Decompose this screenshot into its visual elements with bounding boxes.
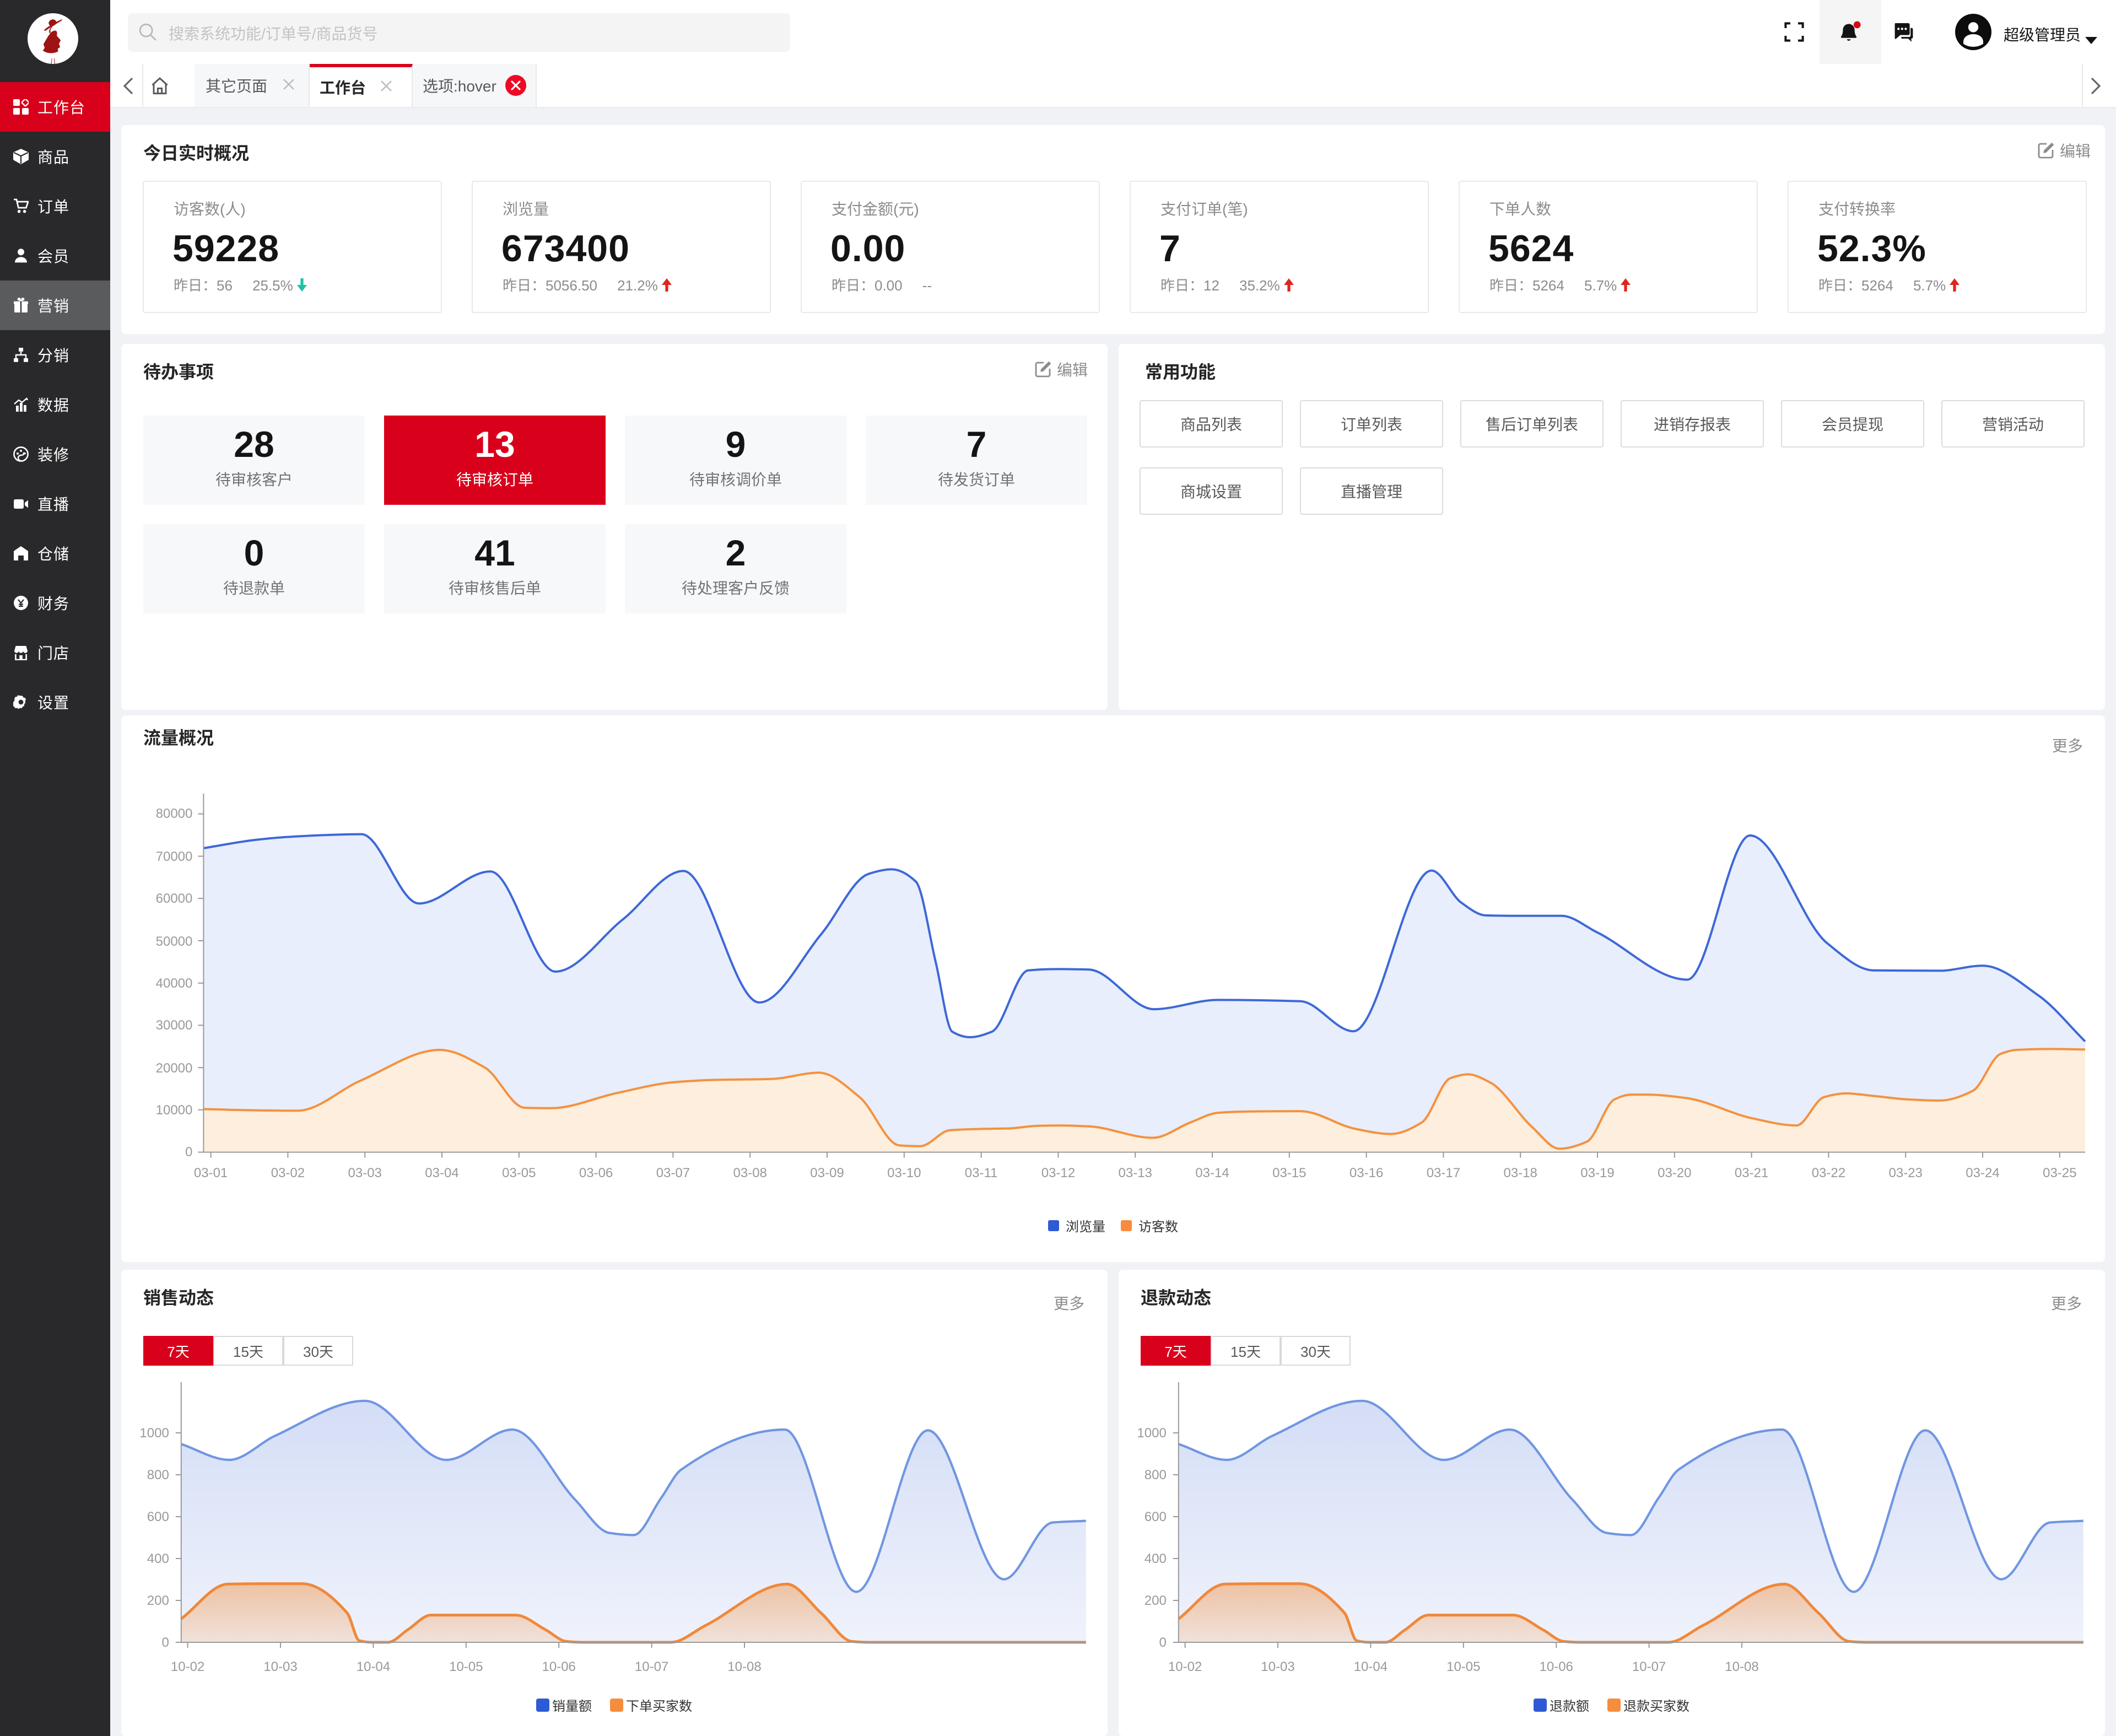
svg-text:浏览量: 浏览量 — [1066, 1220, 1105, 1234]
svg-text:60000: 60000 — [156, 891, 193, 906]
svg-text:1000: 1000 — [139, 1426, 169, 1441]
svg-text:80000: 80000 — [156, 806, 193, 821]
svg-text:03-08: 03-08 — [733, 1166, 767, 1180]
svg-text:10-05: 10-05 — [449, 1659, 483, 1674]
svg-text:70000: 70000 — [156, 849, 193, 864]
svg-text:03-20: 03-20 — [1658, 1166, 1691, 1180]
svg-text:10-08: 10-08 — [1725, 1659, 1758, 1674]
svg-text:03-23: 03-23 — [1889, 1166, 1923, 1180]
svg-text:200: 200 — [1145, 1593, 1167, 1608]
svg-text:800: 800 — [1145, 1468, 1167, 1482]
svg-text:800: 800 — [147, 1468, 169, 1482]
svg-text:30000: 30000 — [156, 1018, 193, 1033]
svg-text:访客数: 访客数 — [1138, 1220, 1178, 1234]
svg-text:03-07: 03-07 — [656, 1166, 690, 1180]
svg-text:10-04: 10-04 — [357, 1659, 390, 1674]
svg-text:10-04: 10-04 — [1354, 1659, 1388, 1674]
svg-text:40000: 40000 — [156, 976, 193, 991]
svg-text:03-21: 03-21 — [1735, 1166, 1768, 1180]
svg-text:下单买家数: 下单买家数 — [626, 1699, 692, 1714]
svg-text:03-12: 03-12 — [1041, 1166, 1075, 1180]
svg-text:03-06: 03-06 — [579, 1166, 613, 1180]
svg-text:03-18: 03-18 — [1504, 1166, 1537, 1180]
svg-text:10000: 10000 — [156, 1103, 193, 1118]
svg-text:0: 0 — [185, 1145, 192, 1160]
svg-text:10-03: 10-03 — [263, 1659, 297, 1674]
svg-text:03-02: 03-02 — [271, 1166, 305, 1180]
svg-text:10-07: 10-07 — [635, 1659, 668, 1674]
svg-text:03-19: 03-19 — [1580, 1166, 1614, 1180]
svg-text:10-08: 10-08 — [727, 1659, 761, 1674]
svg-text:03-15: 03-15 — [1272, 1166, 1306, 1180]
svg-text:03-04: 03-04 — [425, 1166, 458, 1180]
svg-text:600: 600 — [147, 1509, 169, 1524]
svg-text:10-03: 10-03 — [1261, 1659, 1294, 1674]
svg-text:0: 0 — [1159, 1635, 1166, 1650]
svg-text:03-25: 03-25 — [2043, 1166, 2076, 1180]
svg-text:20000: 20000 — [156, 1061, 193, 1076]
svg-text:10-02: 10-02 — [1168, 1659, 1202, 1674]
svg-text:400: 400 — [147, 1551, 169, 1566]
svg-text:销量额: 销量额 — [552, 1699, 592, 1714]
svg-text:400: 400 — [1145, 1551, 1167, 1566]
svg-text:10-06: 10-06 — [542, 1659, 576, 1674]
svg-text:03-03: 03-03 — [348, 1166, 382, 1180]
svg-text:03-13: 03-13 — [1119, 1166, 1152, 1180]
svg-text:退款额: 退款额 — [1550, 1699, 1589, 1714]
svg-text:03-11: 03-11 — [965, 1166, 998, 1180]
svg-text:03-16: 03-16 — [1350, 1166, 1383, 1180]
svg-text:50000: 50000 — [156, 934, 193, 949]
svg-text:10-02: 10-02 — [171, 1659, 204, 1674]
svg-text:03-14: 03-14 — [1195, 1166, 1229, 1180]
svg-text:03-24: 03-24 — [1966, 1166, 1999, 1180]
svg-text:03-05: 03-05 — [502, 1166, 536, 1180]
svg-text:600: 600 — [1145, 1509, 1167, 1524]
svg-text:03-09: 03-09 — [810, 1166, 844, 1180]
svg-text:03-01: 03-01 — [194, 1166, 228, 1180]
svg-text:退款买家数: 退款买家数 — [1623, 1699, 1689, 1714]
svg-text:03-10: 03-10 — [887, 1166, 921, 1180]
svg-text:10-06: 10-06 — [1540, 1659, 1573, 1674]
svg-text:0: 0 — [161, 1635, 169, 1650]
svg-text:03-17: 03-17 — [1427, 1166, 1460, 1180]
svg-text:10-07: 10-07 — [1632, 1659, 1666, 1674]
svg-text:200: 200 — [147, 1593, 169, 1608]
svg-text:10-05: 10-05 — [1446, 1659, 1480, 1674]
svg-text:1000: 1000 — [1137, 1426, 1166, 1441]
svg-text:03-22: 03-22 — [1812, 1166, 1845, 1180]
